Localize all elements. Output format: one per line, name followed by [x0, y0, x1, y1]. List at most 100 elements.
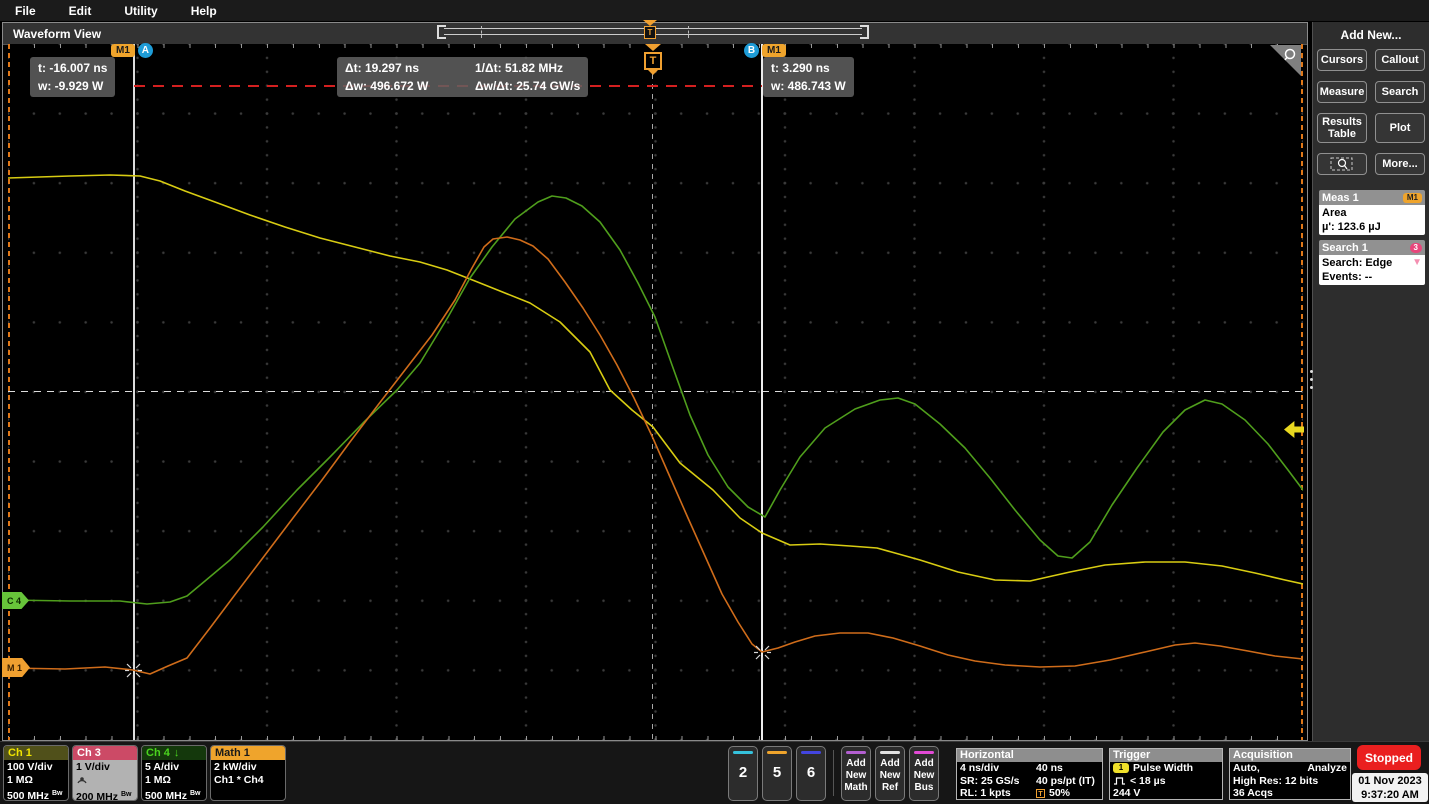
trigger-marker-icon: T: [644, 52, 662, 70]
zoom-mode-button[interactable]: [1317, 153, 1367, 175]
cursor-b-readout: t: 3.290 ns w: 486.743 W: [763, 57, 854, 97]
bandwidth-limit-icon: Bw: [190, 790, 201, 797]
channel5-color-stripe: [767, 751, 787, 754]
zoom-box-icon: [1330, 156, 1354, 172]
channel5-number: 5: [763, 764, 791, 781]
meas1-type: Area: [1322, 206, 1422, 220]
channel1-bandwidth: 500 MHz: [7, 790, 49, 801]
channel5-enable-button[interactable]: 5: [762, 746, 792, 801]
trigger-level: 244 V: [1113, 787, 1140, 799]
horizontal-overview-bar[interactable]: T: [437, 25, 869, 39]
button-divider: [833, 750, 834, 796]
panel-resize-handle[interactable]: [1309, 370, 1314, 394]
meas1-title: Meas 1: [1322, 192, 1359, 204]
meas1-card[interactable]: Meas 1 M1 Area µ': 123.6 µJ: [1319, 190, 1425, 235]
search1-body: Search: Edge ▼ Events: --: [1319, 255, 1425, 285]
trigger-panel[interactable]: Trigger 1Pulse Width < 18 µs 244 V: [1109, 748, 1223, 800]
add-new-ref-button[interactable]: Add New Ref: [875, 746, 905, 801]
callout-button[interactable]: Callout: [1375, 49, 1425, 71]
resolution: 40 ps/pt (IT): [1036, 775, 1095, 787]
horizontal-panel[interactable]: Horizontal 4 ns/div40 ns SR: 25 GS/s40 p…: [956, 748, 1103, 800]
meas1-body: Area µ': 123.6 µJ: [1319, 205, 1425, 235]
trigger-position-indicator[interactable]: T: [644, 26, 656, 39]
date-label: 01 Nov 2023: [1352, 774, 1428, 788]
channel4-bandwidth: 500 MHz: [145, 790, 187, 801]
trigger-condition: < 18 µs: [1130, 775, 1166, 787]
menu-item-file[interactable]: File: [15, 4, 36, 18]
channel6-number: 6: [797, 764, 825, 781]
cursor-b-handle[interactable]: B: [744, 43, 759, 58]
acquisition-detail: High Res: 12 bits: [1233, 775, 1318, 787]
more-button[interactable]: More...: [1375, 153, 1425, 175]
math1-expression: Ch1 * Ch4: [214, 774, 282, 787]
add-new-bus-button[interactable]: Add New Bus: [909, 746, 939, 801]
channel1-scale: 100 V/div: [7, 761, 65, 774]
search-button[interactable]: Search: [1375, 81, 1425, 103]
trigger-marker[interactable]: T: [644, 44, 662, 75]
add-new-ref-label: Add New Ref: [876, 758, 904, 794]
channel2-enable-button[interactable]: 2: [728, 746, 758, 801]
inverse-delta-t: 1/Δt: 51.82 MHz: [475, 59, 580, 77]
channel4-impedance: 1 MΩ: [145, 774, 203, 787]
menu-item-help[interactable]: Help: [191, 4, 217, 18]
horizontal-delay-icon: T: [1036, 789, 1045, 798]
cursor-a-value: w: -9.929 W: [38, 77, 107, 95]
search1-header: Search 1 3: [1319, 240, 1425, 255]
acquisition-mode: Auto,: [1233, 762, 1260, 774]
bottom-bar: Ch 1 100 V/div 1 MΩ 500 MHz Bw Ch 3 1 V/…: [0, 741, 1429, 804]
record-length: RL: 1 kpts: [960, 787, 1032, 799]
math1-badge[interactable]: Math 1 2 kW/div Ch1 * Ch4: [210, 745, 286, 801]
channel3-scale: 1 V/div: [76, 761, 134, 774]
plot-button[interactable]: Plot: [1375, 113, 1425, 143]
waveform-math1-power: [8, 237, 1303, 674]
cursor-b-time: t: 3.290 ns: [771, 59, 846, 77]
channel4-badge[interactable]: Ch 4 ↓ 5 A/div 1 MΩ 500 MHz Bw: [141, 745, 207, 801]
search1-events: Events: --: [1322, 270, 1422, 284]
channel6-enable-button[interactable]: 6: [796, 746, 826, 801]
acquisition-panel[interactable]: Acquisition Auto,Analyze High Res: 12 bi…: [1229, 748, 1351, 800]
results-table-button[interactable]: Results Table: [1317, 113, 1367, 143]
trigger-type: Pulse Width: [1133, 762, 1193, 774]
menu-item-utility[interactable]: Utility: [124, 4, 157, 18]
search1-card[interactable]: Search 1 3 Search: Edge ▼ Events: --: [1319, 240, 1425, 285]
cursor-a-source-badge[interactable]: M1: [111, 44, 135, 57]
channel1-label: Ch 1: [8, 747, 32, 759]
cursors-button[interactable]: Cursors: [1317, 49, 1367, 71]
cursor-a-readout: t: -16.007 ns w: -9.929 W: [30, 57, 115, 97]
waveform-traces: [8, 44, 1303, 740]
search1-type: Search: Edge: [1322, 256, 1392, 270]
waveform-ch1-voltage: [8, 175, 1303, 584]
menu-bar: File Edit Utility Help: [0, 0, 1429, 21]
window-title: Waveform View: [13, 27, 101, 41]
channel1-badge[interactable]: Ch 1 100 V/div 1 MΩ 500 MHz Bw: [3, 745, 69, 801]
cursor-b-source-badge[interactable]: M1: [762, 44, 786, 57]
measure-button[interactable]: Measure: [1317, 81, 1367, 103]
datetime-display: 01 Nov 2023 9:37:20 AM: [1352, 773, 1428, 802]
channel3-badge[interactable]: Ch 3 1 V/div 200 MHz Bw: [72, 745, 138, 801]
cursor-a-waveform-marker: [125, 662, 142, 679]
channel4-label: Ch 4: [146, 747, 170, 759]
trigger-marker-arrow: [645, 44, 661, 51]
math1-label: Math 1: [215, 747, 250, 759]
menu-item-edit[interactable]: Edit: [69, 4, 92, 18]
channel4-clipping-arrow-icon: ↓: [174, 747, 180, 759]
cursor-a-handle[interactable]: A: [138, 43, 153, 58]
cursor-b-value: w: 486.743 W: [771, 77, 846, 95]
overview-divider: [688, 26, 689, 38]
add-new-math-button[interactable]: Add New Math: [841, 746, 871, 801]
channel2-color-stripe: [733, 751, 753, 754]
bandwidth-limit-icon: Bw: [52, 790, 63, 797]
right-sidebar: Add New... Cursors Callout Measure Searc…: [1312, 22, 1429, 741]
channel6-color-stripe: [801, 751, 821, 754]
horizontal-window: 40 ns: [1036, 762, 1063, 774]
cursor-a-badges: M1 A: [111, 43, 153, 58]
add-new-grid: Cursors Callout Measure Search Results T…: [1313, 49, 1429, 175]
overview-divider: [481, 26, 482, 38]
channel4-scale: 5 A/div: [145, 761, 203, 774]
bus-color-stripe: [914, 751, 934, 754]
time-label: 9:37:20 AM: [1352, 788, 1428, 802]
run-stop-button[interactable]: Stopped: [1357, 745, 1421, 770]
delta-w: Δw: 496.672 W: [345, 77, 463, 95]
bandwidth-limit-icon: Bw: [121, 791, 132, 798]
acquisition-title: Acquisition: [1230, 749, 1350, 762]
